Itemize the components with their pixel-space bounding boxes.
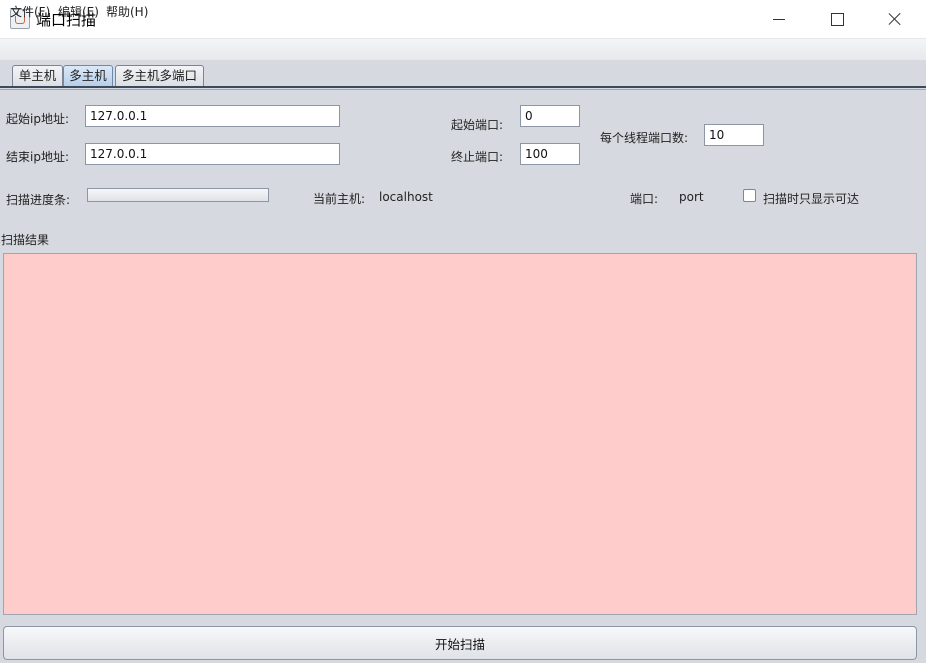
menu-help[interactable]: 帮助(H) [106,3,148,20]
tab-separator [0,86,926,88]
maximize-button[interactable] [808,0,866,38]
tab-single-host[interactable]: 单主机 [12,65,63,86]
results-label: 扫描结果 [1,233,50,247]
port-label: 端口: [630,192,659,206]
menu-edit[interactable]: 编辑(E) [58,3,99,20]
current-host-value: localhost [379,190,433,204]
tab-separator-shadow [0,89,926,90]
tab-multi-host-multi-port[interactable]: 多主机多端口 [115,65,204,86]
scan-progress-bar [87,188,269,202]
close-button[interactable] [866,0,924,38]
menu-file[interactable]: 文件(F) [10,3,50,20]
progress-label: 扫描进度条: [6,193,71,207]
show-reachable-checkbox[interactable] [743,189,756,202]
minimize-icon [773,18,785,20]
show-reachable-label[interactable]: 扫描时只显示可达 [763,190,859,207]
start-scan-button[interactable]: 开始扫描 [3,626,917,660]
current-host-label: 当前主机: [313,192,366,206]
scan-results-textarea[interactable] [3,253,917,615]
minimize-button[interactable] [750,0,808,38]
menu-bar [0,39,926,60]
start-ip-input[interactable] [85,105,340,127]
ports-per-thread-input[interactable] [704,124,764,146]
start-ip-label: 起始ip地址: [6,112,69,126]
end-port-label: 终止端口: [451,150,504,164]
maximize-icon [830,12,844,26]
ports-per-thread-label: 每个线程端口数: [600,131,689,145]
end-port-input[interactable] [520,143,580,165]
end-ip-input[interactable] [85,143,340,165]
port-value: port [679,190,704,204]
tab-multi-host[interactable]: 多主机 [63,65,113,86]
end-ip-label: 结束ip地址: [6,150,69,164]
start-port-label: 起始端口: [451,118,504,132]
start-port-input[interactable] [520,105,580,127]
close-icon [888,12,902,26]
